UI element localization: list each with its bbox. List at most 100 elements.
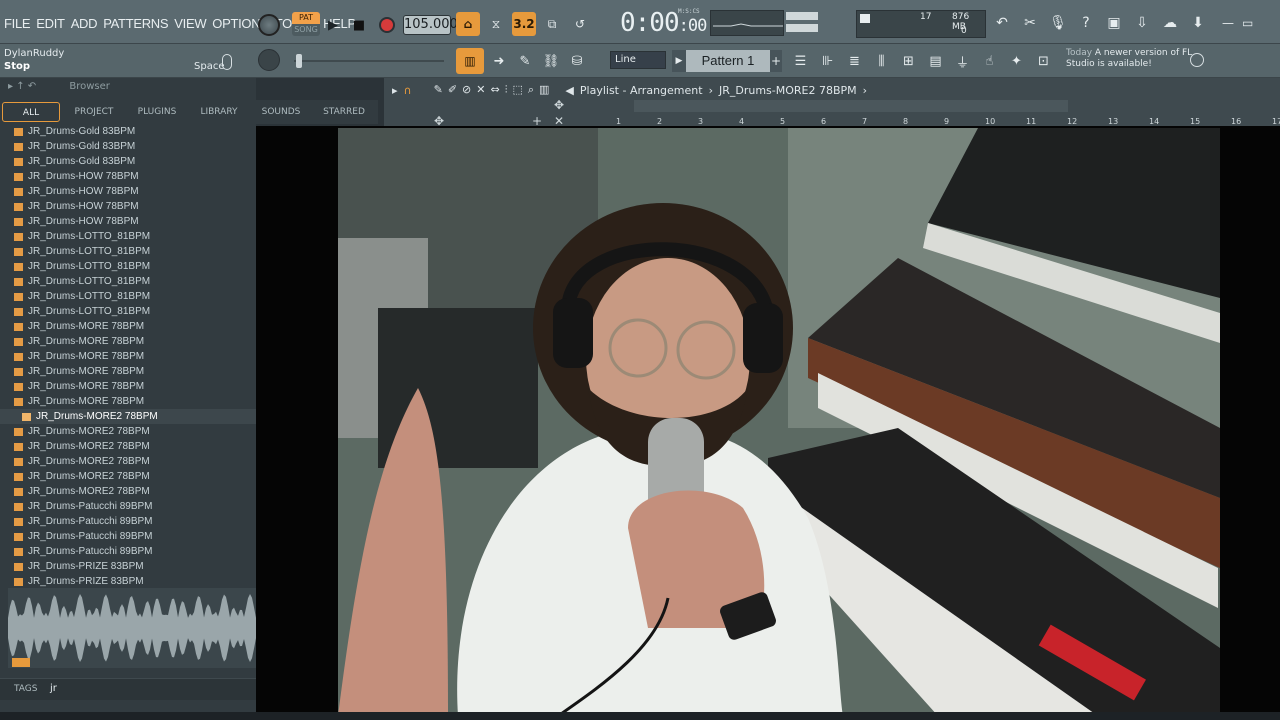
- playback-tool-icon[interactable]: ▥: [539, 83, 549, 97]
- project-button[interactable]: ▤: [923, 49, 948, 74]
- magnet-icon[interactable]: ∩: [404, 84, 412, 97]
- browser-file-item[interactable]: JR_Drums-MORE2 78BPM: [0, 409, 256, 424]
- menu-patterns[interactable]: PATTERNS: [103, 16, 168, 31]
- preview-play-icon[interactable]: [12, 658, 30, 667]
- speaker-icon[interactable]: ◀: [565, 84, 573, 97]
- browser-file-item[interactable]: JR_Drums-HOW 78BPM: [0, 169, 256, 184]
- playlist-scrollbar[interactable]: [634, 100, 1068, 112]
- browser-file-item[interactable]: JR_Drums-HOW 78BPM: [0, 184, 256, 199]
- pattern-prev[interactable]: ▶: [672, 50, 686, 72]
- zoom-tool-icon[interactable]: ⌕: [528, 83, 534, 97]
- slider-handle[interactable]: [296, 54, 302, 68]
- chat-button[interactable]: ☁: [1158, 11, 1182, 35]
- pattern-selector[interactable]: ▶ Pattern 1 +: [672, 50, 782, 72]
- song-mode[interactable]: SONG: [292, 24, 320, 36]
- tab-all[interactable]: ALL: [2, 102, 60, 122]
- browser-file-item[interactable]: JR_Drums-MORE 78BPM: [0, 394, 256, 409]
- browser-file-item[interactable]: JR_Drums-Gold 83BPM: [0, 124, 256, 139]
- zoom-icon[interactable]: ✥: [554, 98, 564, 112]
- browser-file-item[interactable]: JR_Drums-HOW 78BPM: [0, 199, 256, 214]
- master-pitch-knob[interactable]: [258, 49, 280, 71]
- mixer-button[interactable]: ⫼: [869, 49, 894, 74]
- arrow-tool[interactable]: ➜: [488, 50, 510, 72]
- tab-sounds[interactable]: SOUNDS: [250, 100, 312, 124]
- master-pitch-slider[interactable]: [294, 60, 444, 62]
- playlist-button[interactable]: ☰: [788, 49, 813, 74]
- export-button[interactable]: ⇩: [1130, 11, 1154, 35]
- shop-button[interactable]: ⊡: [1031, 49, 1056, 74]
- slip-tool-icon[interactable]: ⇔: [490, 83, 499, 97]
- browser-file-item[interactable]: JR_Drums-Patucchi 89BPM: [0, 514, 256, 529]
- menu-add[interactable]: ADD: [71, 16, 98, 31]
- browser-file-item[interactable]: JR_Drums-Patucchi 89BPM: [0, 529, 256, 544]
- browser-file-item[interactable]: JR_Drums-LOTTO_81BPM: [0, 229, 256, 244]
- slice-tool-icon[interactable]: ⫶: [505, 83, 508, 97]
- loop-record-button[interactable]: ↺: [568, 12, 592, 36]
- browser-file-item[interactable]: JR_Drums-MORE2 78BPM: [0, 454, 256, 469]
- pat-song-switch[interactable]: PAT SONG: [292, 12, 320, 38]
- tab-plugins[interactable]: PLUGINS: [126, 100, 188, 124]
- paint-tool-icon[interactable]: ✐: [448, 83, 457, 97]
- browser-file-item[interactable]: JR_Drums-PRIZE 83BPM: [0, 574, 256, 589]
- browser-file-item[interactable]: JR_Drums-MORE 78BPM: [0, 379, 256, 394]
- plugin-picker-button[interactable]: ⏚: [950, 49, 975, 74]
- browser-file-item[interactable]: JR_Drums-LOTTO_81BPM: [0, 244, 256, 259]
- browser-file-item[interactable]: JR_Drums-Patucchi 89BPM: [0, 499, 256, 514]
- song-position-display[interactable]: 0:00:00 M:S:CS: [620, 8, 707, 38]
- snap-select[interactable]: Line: [610, 51, 666, 69]
- save-button[interactable]: ▣: [1102, 11, 1126, 35]
- help-button[interactable]: ?: [1074, 11, 1098, 35]
- playlist-menu-icon[interactable]: ▸: [392, 84, 398, 97]
- pat-mode[interactable]: PAT: [292, 12, 320, 24]
- tab-starred[interactable]: STARRED: [312, 100, 376, 124]
- menu-view[interactable]: VIEW: [174, 16, 206, 31]
- play-button[interactable]: ▶: [322, 14, 344, 36]
- browser-file-item[interactable]: JR_Drums-Gold 83BPM: [0, 139, 256, 154]
- browser-file-item[interactable]: JR_Drums-LOTTO_81BPM: [0, 274, 256, 289]
- menu-edit[interactable]: EDIT: [36, 16, 65, 31]
- piano-roll-window-button[interactable]: ⊪: [815, 49, 840, 74]
- tags-input[interactable]: jr: [50, 683, 57, 694]
- record-button[interactable]: [376, 14, 398, 36]
- browser-file-item[interactable]: JR_Drums-HOW 78BPM: [0, 214, 256, 229]
- stamp-tool[interactable]: ⛁: [566, 50, 588, 72]
- browser-file-item[interactable]: JR_Drums-PRIZE 83BPM: [0, 559, 256, 574]
- pencil-tool-icon[interactable]: ✎: [434, 83, 443, 97]
- tab-library[interactable]: LIBRARY: [188, 100, 250, 124]
- undo-button[interactable]: ↶: [990, 11, 1014, 35]
- tab-project[interactable]: PROJECT: [62, 100, 126, 124]
- waveform-preview[interactable]: [8, 588, 256, 668]
- audio-input-button[interactable]: 🎙: [1046, 11, 1070, 35]
- globe-icon[interactable]: [1190, 53, 1204, 67]
- tips-button[interactable]: ✦: [1004, 49, 1029, 74]
- stop-button[interactable]: ■: [348, 14, 370, 36]
- browser-file-item[interactable]: JR_Drums-MORE 78BPM: [0, 319, 256, 334]
- tempo-display[interactable]: 105.000: [403, 15, 458, 35]
- browser-file-item[interactable]: JR_Drums-MORE2 78BPM: [0, 424, 256, 439]
- browser-file-item[interactable]: JR_Drums-LOTTO_81BPM: [0, 259, 256, 274]
- browser-file-item[interactable]: JR_Drums-MORE 78BPM: [0, 364, 256, 379]
- maximize-icon[interactable]: ▭: [1242, 16, 1253, 30]
- browser-file-item[interactable]: JR_Drums-MORE2 78BPM: [0, 484, 256, 499]
- news-panel[interactable]: Today A newer version of FL Studio is av…: [1066, 48, 1206, 74]
- browser-file-item[interactable]: JR_Drums-LOTTO_81BPM: [0, 304, 256, 319]
- browser-file-item[interactable]: JR_Drums-MORE2 78BPM: [0, 439, 256, 454]
- draw-tool[interactable]: ✎: [514, 50, 536, 72]
- step-edit-button[interactable]: ⧉: [540, 12, 564, 36]
- cut-button[interactable]: ✂: [1018, 11, 1042, 35]
- pattern-add-button[interactable]: +: [770, 50, 782, 72]
- piano-roll-button[interactable]: ▥: [456, 48, 484, 74]
- minimize-icon[interactable]: —: [1222, 16, 1234, 30]
- browser-nav-icons[interactable]: ▸ ↑ ↶: [8, 81, 36, 92]
- menu-file[interactable]: FILE: [4, 16, 31, 31]
- browser-button[interactable]: ⊞: [896, 49, 921, 74]
- browser-file-item[interactable]: JR_Drums-MORE2 78BPM: [0, 469, 256, 484]
- pattern-name[interactable]: Pattern 1: [686, 50, 770, 72]
- select-tool-icon[interactable]: ⬚: [512, 83, 522, 97]
- master-volume-knob[interactable]: [258, 14, 280, 36]
- delete-tool-icon[interactable]: ⊘: [462, 83, 471, 97]
- touch-controller-button[interactable]: ☝: [977, 49, 1002, 74]
- browser-file-item[interactable]: JR_Drums-Patucchi 89BPM: [0, 544, 256, 559]
- download-button[interactable]: ⬇: [1186, 11, 1210, 35]
- browser-file-item[interactable]: JR_Drums-MORE 78BPM: [0, 334, 256, 349]
